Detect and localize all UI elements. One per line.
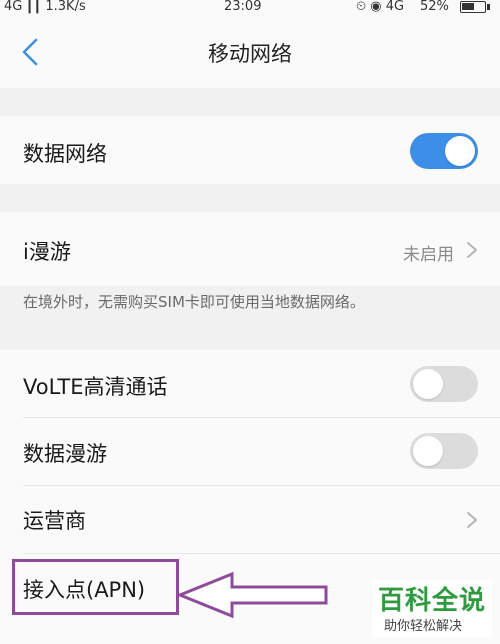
i-roaming-label: i漫游 [23, 240, 71, 264]
status-bar: 4G ┃┃ 1.3K/s 23:09 ⏲ ◉ 4G 52% [0, 0, 500, 16]
annotation-arrow [176, 571, 328, 619]
battery-icon [460, 1, 486, 13]
chevron-right-icon [467, 242, 477, 258]
carrier-label: 运营商 [23, 509, 86, 533]
toggle-knob [413, 436, 443, 466]
clock: 23:09 [224, 0, 262, 14]
roaming-hint: 在境外时，无需购买SIM卡即可使用当地数据网络。 [23, 293, 365, 311]
chevron-right-icon [467, 512, 477, 528]
data-network-label: 数据网络 [23, 142, 107, 166]
apn-highlight-box [12, 559, 179, 615]
status-icons: ⏲ ◉ 4G [356, 0, 405, 14]
data-roaming-label: 数据漫游 [23, 442, 107, 466]
data-roaming-row[interactable]: 数据漫游 [0, 418, 500, 485]
data-network-toggle[interactable] [410, 133, 478, 169]
title-bar: 移动网络 [0, 16, 500, 88]
i-roaming-group: i漫游 未启用 [0, 212, 500, 286]
data-roaming-toggle[interactable] [410, 433, 478, 469]
toggle-knob [445, 136, 475, 166]
data-network-row[interactable]: 数据网络 [0, 116, 500, 184]
battery-level: 52% [420, 0, 449, 14]
toggle-knob [413, 369, 443, 399]
volte-toggle[interactable] [410, 366, 478, 402]
i-roaming-row[interactable]: i漫游 未启用 [0, 212, 500, 286]
watermark-subtitle: 助你轻松解决 [384, 619, 463, 634]
watermark-title: 百科全说 [378, 586, 487, 616]
volte-label: VoLTE高清通话 [23, 375, 168, 399]
signal-indicator: 4G ┃┃ 1.3K/s [4, 0, 86, 14]
page-title: 移动网络 [208, 42, 292, 66]
watermark: 百科全说 助你轻松解决 [372, 580, 492, 638]
battery-tip [487, 4, 490, 10]
data-network-group: 数据网络 [0, 116, 500, 184]
i-roaming-status: 未启用 [403, 245, 454, 265]
carrier-row[interactable]: 运营商 [0, 486, 500, 553]
volte-row[interactable]: VoLTE高清通话 [0, 350, 500, 417]
